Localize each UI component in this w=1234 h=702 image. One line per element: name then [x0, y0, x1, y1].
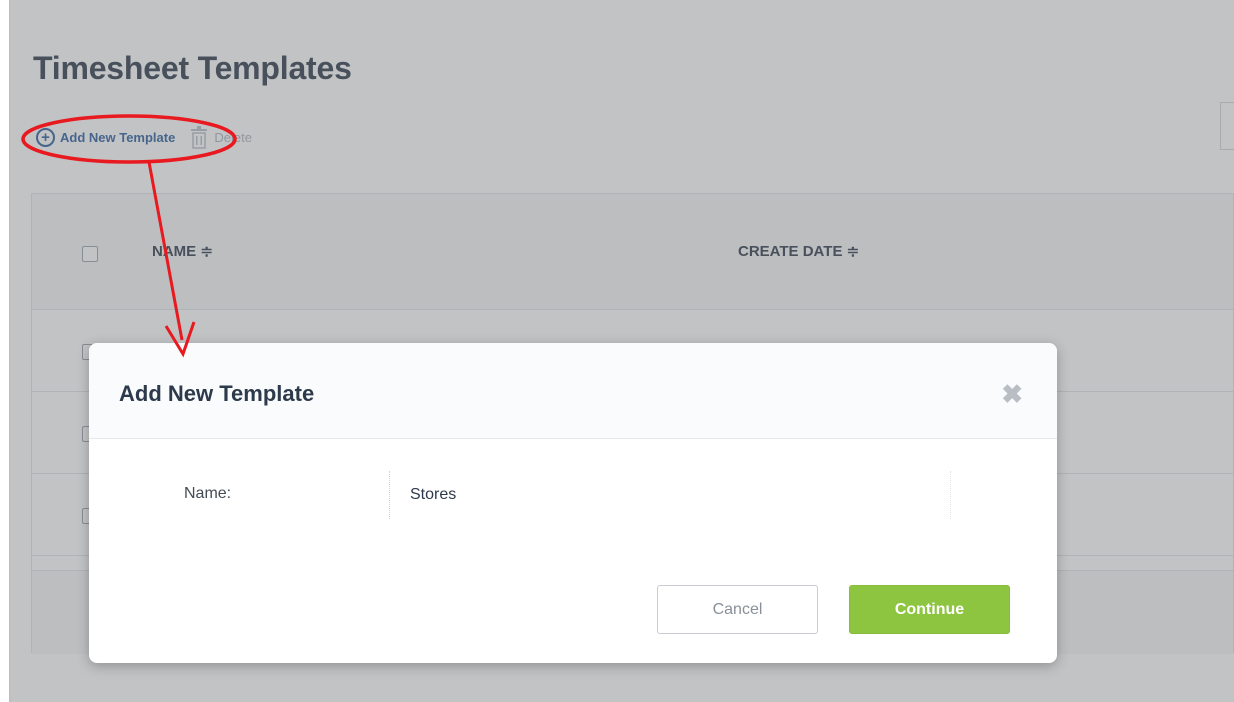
add-new-template-dialog: Add New Template ✖ Name: Cancel Continue: [89, 343, 1057, 663]
dialog-title: Add New Template: [119, 381, 315, 406]
continue-button[interactable]: Continue: [849, 585, 1010, 634]
dialog-header: Add New Template ✖: [89, 343, 1057, 439]
name-field[interactable]: [389, 471, 951, 519]
cancel-button[interactable]: Cancel: [657, 585, 818, 634]
app-window: Timesheet Templates + Add New Template D…: [0, 0, 1234, 702]
name-field-label: Name:: [184, 485, 232, 502]
close-icon[interactable]: ✖: [1001, 381, 1023, 407]
